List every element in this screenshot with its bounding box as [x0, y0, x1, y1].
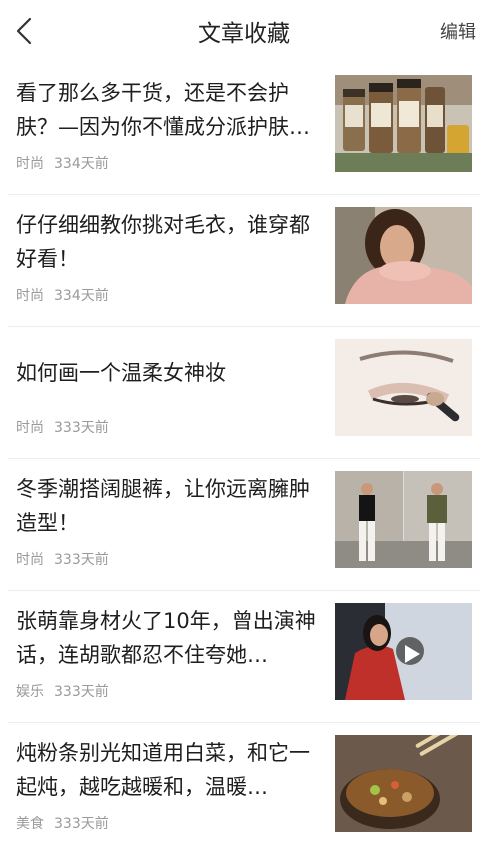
- article-time: 333天前: [54, 816, 109, 832]
- article-title: 仔仔细细教你挑对毛衣，谁穿都好看！: [16, 213, 310, 271]
- article-meta: 娱乐 333天前: [16, 681, 109, 701]
- article-thumbnail: [335, 735, 472, 832]
- play-icon: [405, 645, 420, 663]
- article-time: 333天前: [54, 420, 109, 436]
- article-title: 看了那么多干货，还是不会护肤？—因为你不懂成分派护肤…: [16, 81, 310, 139]
- article-meta: 时尚 334天前: [16, 285, 109, 305]
- article-meta: 时尚 333天前: [16, 417, 109, 437]
- article-thumbnail: [335, 207, 472, 304]
- article-category: 娱乐: [16, 684, 44, 700]
- article-item[interactable]: 看了那么多干货，还是不会护肤？—因为你不懂成分派护肤… 时尚 334天前: [0, 62, 488, 194]
- article-category: 时尚: [16, 288, 44, 304]
- article-item[interactable]: 如何画一个温柔女神妆 时尚 333天前: [0, 326, 488, 458]
- article-category: 时尚: [16, 420, 44, 436]
- article-thumbnail: [335, 603, 472, 700]
- article-meta: 时尚 333天前: [16, 549, 109, 569]
- article-title: 炖粉条别光知道用白菜，和它一起炖，越吃越暖和，温暖…: [16, 741, 310, 799]
- article-time: 333天前: [54, 684, 109, 700]
- article-item[interactable]: 冬季潮搭阔腿裤，让你远离臃肿造型！ 时尚 333天前: [0, 458, 488, 590]
- top-nav-bar: 文章收藏 编辑: [0, 0, 488, 62]
- article-item[interactable]: 炖粉条别光知道用白菜，和它一起炖，越吃越暖和，温暖… 美食 333天前: [0, 722, 488, 854]
- article-meta: 时尚 334天前: [16, 153, 109, 173]
- article-category: 时尚: [16, 552, 44, 568]
- article-item[interactable]: 仔仔细细教你挑对毛衣，谁穿都好看！ 时尚 334天前: [0, 194, 488, 326]
- article-meta: 美食 333天前: [16, 813, 109, 833]
- article-thumbnail: [335, 75, 472, 172]
- article-category: 美食: [16, 816, 44, 832]
- article-title: 张萌靠身材火了10年，曾出演神话，连胡歌都忍不住夸她…: [16, 609, 316, 667]
- article-time: 333天前: [54, 552, 109, 568]
- edit-button[interactable]: 编辑: [440, 18, 476, 44]
- article-list: 看了那么多干货，还是不会护肤？—因为你不懂成分派护肤… 时尚 334天前 仔仔细…: [0, 62, 488, 854]
- article-time: 334天前: [54, 288, 109, 304]
- article-thumbnail: [335, 339, 472, 436]
- article-category: 时尚: [16, 156, 44, 172]
- article-title: 冬季潮搭阔腿裤，让你远离臃肿造型！: [16, 477, 310, 535]
- article-time: 334天前: [54, 156, 109, 172]
- article-title: 如何画一个温柔女神妆: [16, 361, 226, 385]
- article-thumbnail: [335, 471, 472, 568]
- article-item[interactable]: 张萌靠身材火了10年，曾出演神话，连胡歌都忍不住夸她… 娱乐 333天前: [0, 590, 488, 722]
- page-title: 文章收藏: [198, 21, 290, 47]
